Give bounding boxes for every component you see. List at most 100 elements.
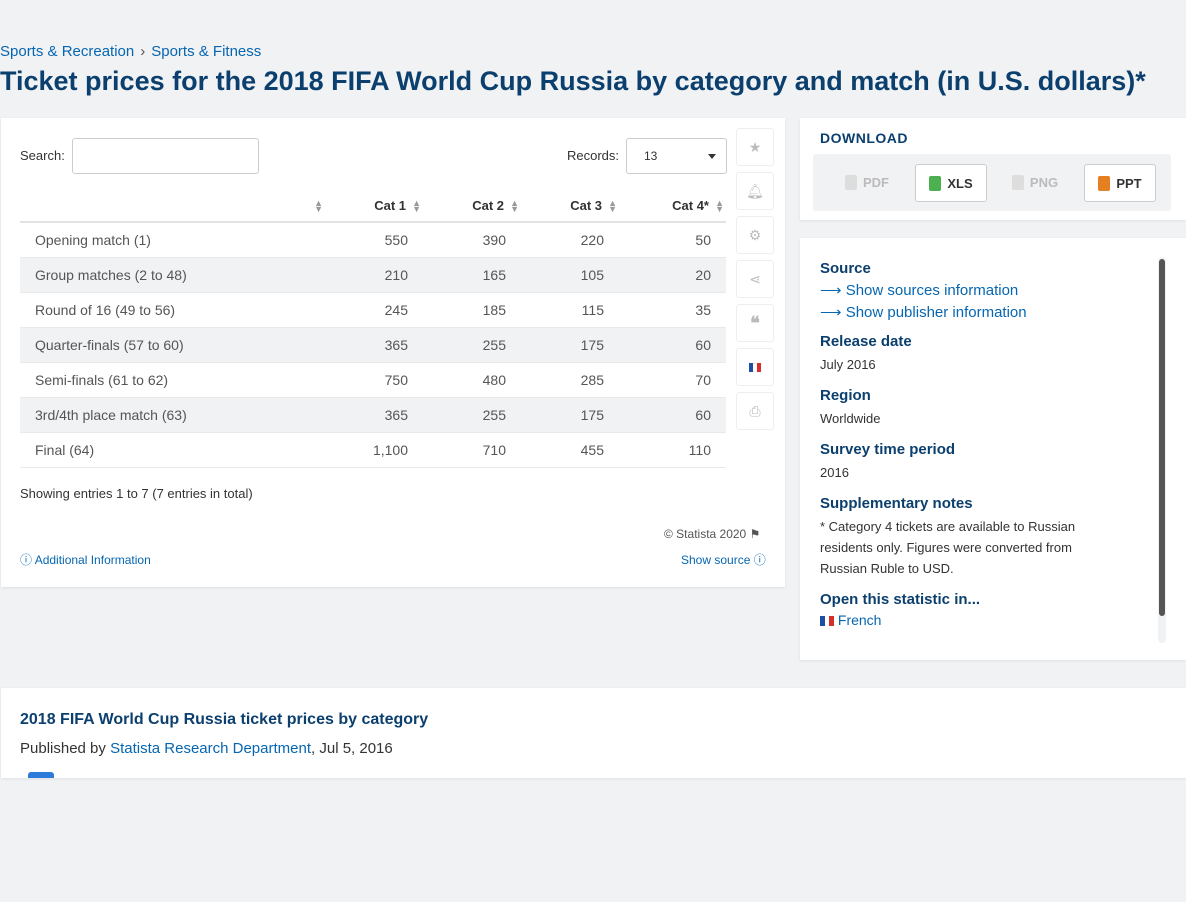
- sort-icon: ▲ ▼: [608, 198, 617, 214]
- column-header-cat1[interactable]: Cat 1 ▲ ▼: [325, 190, 423, 223]
- row-label: Opening match (1): [20, 222, 325, 258]
- cell-value: 50: [619, 222, 726, 258]
- published-by: Published by Statista Research Departmen…: [20, 740, 393, 757]
- cell-value: 35: [619, 292, 726, 328]
- copyright: © Statista 2020 ⚑: [664, 527, 761, 541]
- bell-icon: 🔔︎: [746, 182, 764, 199]
- statistic-info-panel: Source ⟶ Show sources information ⟶ Show…: [800, 238, 1186, 660]
- table-row: Opening match (1) 550 390 220 50: [20, 222, 726, 258]
- statistic-toolbar: ★ 🔔︎ ⚙ ⋖ ❝ ⎙: [736, 128, 774, 436]
- download-xls-button[interactable]: XLS: [915, 164, 987, 202]
- cell-value: 390: [423, 222, 521, 258]
- cell-value: 110: [619, 432, 726, 468]
- column-header-cat4[interactable]: Cat 4* ▲ ▼: [619, 190, 726, 223]
- cell-value: 165: [423, 257, 521, 293]
- data-table: ▲ ▼ Cat 1 ▲ ▼ Cat 2 ▲ ▼ Cat 3 ▲ ▼ Cat 4* ▲ ▼ Open…: [20, 190, 726, 468]
- language-button[interactable]: [736, 348, 774, 386]
- column-header-cat3[interactable]: Cat 3 ▲ ▼: [521, 190, 619, 223]
- download-ppt-button[interactable]: PPT: [1084, 164, 1156, 202]
- table-header-row: ▲ ▼ Cat 1 ▲ ▼ Cat 2 ▲ ▼ Cat 3 ▲ ▼ Cat 4* ▲ ▼: [20, 190, 726, 223]
- breadcrumb-item-sports-fitness[interactable]: Sports & Fitness: [151, 43, 261, 60]
- row-label: Final (64): [20, 432, 325, 468]
- survey-heading: Survey time period: [820, 441, 956, 458]
- sort-icon: ▲ ▼: [715, 198, 724, 214]
- row-label: Quarter-finals (57 to 60): [20, 327, 325, 363]
- open-french-link[interactable]: French: [820, 612, 1120, 628]
- info-icon: ⓘ: [20, 553, 33, 567]
- chevron-down-icon: [708, 154, 716, 159]
- cell-value: 210: [325, 257, 423, 293]
- share-button[interactable]: ⋖: [736, 260, 774, 298]
- cell-value: 60: [619, 327, 726, 363]
- survey-value: 2016: [820, 465, 849, 480]
- settings-button[interactable]: ⚙: [736, 216, 774, 254]
- cell-value: 255: [423, 397, 521, 433]
- cell-value: 220: [521, 222, 619, 258]
- scrollbar[interactable]: [1158, 257, 1166, 643]
- statistic-table-panel: Search: Records: 13 ▲ ▼ Cat 1 ▲ ▼ Cat 2 ▲ ▼ C…: [1, 118, 785, 587]
- search-input[interactable]: [72, 138, 259, 174]
- arrow-right-icon: ⟶: [820, 282, 842, 299]
- ppt-file-icon: [1098, 175, 1111, 191]
- table-row: Final (64) 1,100 710 455 110: [20, 432, 726, 468]
- release-date: July 2016: [820, 357, 876, 372]
- row-label: Semi-finals (61 to 62): [20, 362, 325, 398]
- download-png-button[interactable]: PNG: [1000, 164, 1070, 200]
- page-title: Ticket prices for the 2018 FIFA World Cu…: [0, 66, 1146, 96]
- region-heading: Region: [820, 387, 871, 404]
- cell-value: 20: [619, 257, 726, 293]
- cell-value: 285: [521, 362, 619, 398]
- scrollbar-thumb[interactable]: [1159, 259, 1165, 616]
- cell-value: 245: [325, 292, 423, 328]
- download-buttons: PDF XLS PNG PPT: [813, 154, 1171, 211]
- cell-value: 710: [423, 432, 521, 468]
- column-header-cat2[interactable]: Cat 2 ▲ ▼: [423, 190, 521, 223]
- region-value: Worldwide: [820, 411, 881, 426]
- quote-icon: ❝: [750, 312, 760, 333]
- printer-icon: ⎙: [749, 402, 761, 419]
- star-icon: ★: [748, 138, 762, 155]
- cell-value: 480: [423, 362, 521, 398]
- notes-text: * Category 4 tickets are available to Ru…: [820, 519, 1076, 576]
- notes-heading: Supplementary notes: [820, 495, 973, 512]
- records-label: Records:: [567, 148, 620, 163]
- table-row: Semi-finals (61 to 62) 750 480 285 70: [20, 362, 726, 398]
- print-button[interactable]: ⎙: [736, 392, 774, 430]
- cell-value: 550: [325, 222, 423, 258]
- show-sources-link[interactable]: ⟶ Show sources information: [820, 281, 1120, 299]
- breadcrumb: Sports & Recreation › Sports & Fitness: [0, 43, 261, 60]
- records-select-value: 13: [644, 149, 658, 163]
- breadcrumb-item-sports-recreation[interactable]: Sports & Recreation: [0, 43, 134, 60]
- favorite-button[interactable]: ★: [736, 128, 774, 166]
- column-header-label[interactable]: ▲ ▼: [20, 190, 325, 223]
- cell-value: 365: [325, 327, 423, 363]
- records-select[interactable]: 13: [626, 138, 727, 174]
- cell-value: 185: [423, 292, 521, 328]
- flag-icon[interactable]: ⚑: [750, 527, 761, 541]
- cite-button[interactable]: ❝: [736, 304, 774, 342]
- gear-icon: ⚙: [748, 226, 762, 243]
- download-pdf-button[interactable]: PDF: [832, 164, 902, 200]
- arrow-right-icon: ⟶: [820, 304, 842, 321]
- table-row: Round of 16 (49 to 56) 245 185 115 35: [20, 292, 726, 328]
- show-source-link[interactable]: Show source ⓘ: [681, 551, 766, 568]
- description-title: 2018 FIFA World Cup Russia ticket prices…: [20, 711, 429, 728]
- alert-button[interactable]: 🔔︎: [736, 172, 774, 210]
- cell-value: 175: [521, 327, 619, 363]
- sort-icon: ▲ ▼: [412, 198, 421, 214]
- content-marker: [28, 772, 54, 778]
- cell-value: 255: [423, 327, 521, 363]
- cell-value: 455: [521, 432, 619, 468]
- sort-icon: ▲ ▼: [314, 198, 323, 214]
- row-label: 3rd/4th place match (63): [20, 397, 325, 433]
- french-flag-icon: [820, 616, 835, 627]
- additional-information-link[interactable]: ⓘ Additional Information: [20, 551, 151, 568]
- show-publisher-link[interactable]: ⟶ Show publisher information: [820, 303, 1120, 321]
- cell-value: 175: [521, 397, 619, 433]
- publisher-link[interactable]: Statista Research Department: [110, 740, 311, 757]
- download-panel: DOWNLOAD PDF XLS PNG PPT: [800, 118, 1186, 220]
- table-row: Quarter-finals (57 to 60) 365 255 175 60: [20, 327, 726, 363]
- cell-value: 115: [521, 292, 619, 328]
- download-title: DOWNLOAD: [820, 130, 908, 146]
- open-in-heading: Open this statistic in...: [820, 591, 981, 608]
